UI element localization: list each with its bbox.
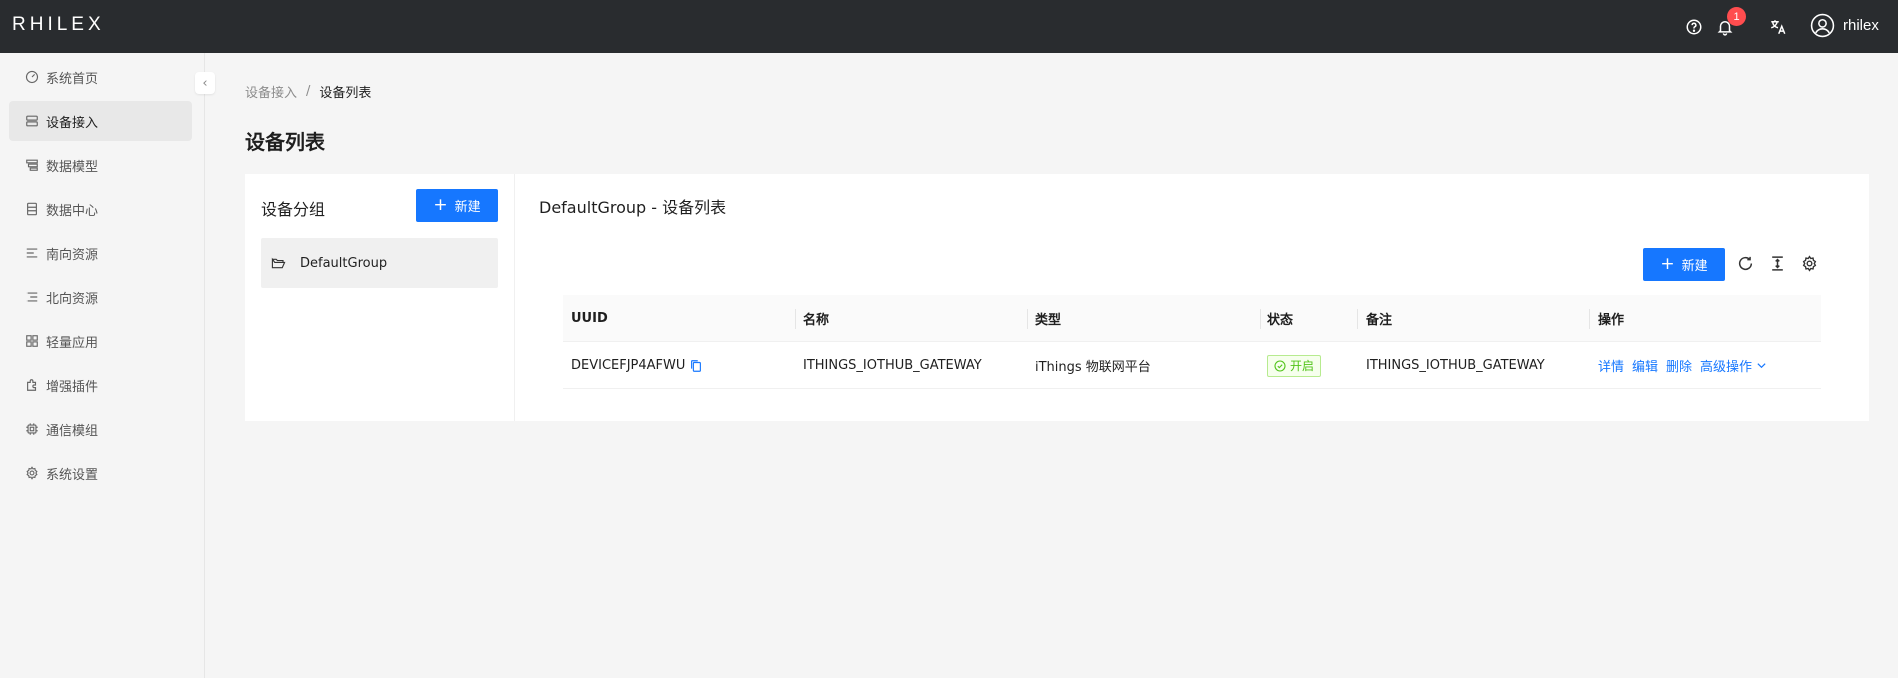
sidebar: 系统首页 设备接入 数据模型 数据中心 南向资源 北向资源 轻量应用 增强插件 …	[0, 53, 205, 678]
sidebar-item-data-model[interactable]: 数据模型	[9, 145, 192, 185]
breadcrumb: 设备接入 / 设备列表	[245, 82, 371, 101]
app-logo[interactable]: RHILEX	[12, 14, 105, 36]
panel-divider	[514, 174, 515, 421]
app-icon	[25, 334, 39, 348]
settings-icon[interactable]	[1799, 253, 1819, 273]
sidebar-item-label: 南向资源	[46, 247, 99, 263]
column-header-status: 状态	[1267, 313, 1294, 328]
chevron-down-icon	[1757, 363, 1766, 369]
cell-uuid: DEVICEFJP4AFWU	[571, 342, 703, 389]
device-uuid: DEVICEFJP4AFWU	[571, 358, 686, 373]
sidebar-item-device-access[interactable]: 设备接入	[9, 101, 192, 141]
breadcrumb-current: 设备列表	[319, 86, 372, 101]
top-header: RHILEX 1 rhilex	[0, 0, 1898, 53]
username: rhilex	[1843, 17, 1879, 34]
column-header-name: 名称	[803, 313, 830, 328]
cell-remark: ITHINGS_IOTHUB_GATEWAY	[1366, 358, 1545, 373]
sidebar-item-label: 设备接入	[46, 115, 99, 131]
sidebar-item-north-resources[interactable]: 北向资源	[9, 277, 192, 317]
database-icon	[25, 202, 39, 216]
sidebar-item-label: 轻量应用	[46, 335, 99, 351]
column-header-actions: 操作	[1598, 313, 1625, 328]
sidebar-item-label: 数据中心	[46, 203, 99, 219]
copy-icon[interactable]	[689, 359, 703, 373]
sidebar-item-dashboard[interactable]: 系统首页	[9, 57, 192, 97]
chip-icon	[25, 422, 39, 436]
plus-icon: +	[433, 195, 448, 215]
column-header-remark: 备注	[1366, 313, 1393, 328]
south-icon	[25, 246, 39, 260]
sidebar-item-label: 数据模型	[46, 159, 99, 175]
group-panel-title: 设备分组	[261, 200, 326, 219]
new-device-button[interactable]: + 新建	[1643, 248, 1725, 281]
status-badge: 开启	[1267, 354, 1322, 377]
breadcrumb-separator: /	[306, 84, 311, 99]
column-separator	[795, 309, 796, 329]
help-icon[interactable]	[1683, 16, 1705, 38]
sidebar-item-settings[interactable]: 系统设置	[9, 453, 192, 493]
breadcrumb-parent[interactable]: 设备接入	[245, 82, 297, 101]
folder-open-icon	[271, 256, 286, 271]
column-height-icon[interactable]	[1767, 253, 1787, 273]
sidebar-item-south-resources[interactable]: 南向资源	[9, 233, 192, 273]
column-separator	[1027, 309, 1028, 329]
sidebar-item-plugins[interactable]: 增强插件	[9, 365, 192, 405]
column-header-type: 类型	[1035, 313, 1062, 328]
column-header-uuid: UUID	[571, 311, 608, 326]
sidebar-item-label: 系统设置	[46, 467, 99, 483]
check-circle-icon	[1274, 359, 1286, 372]
group-item-label: DefaultGroup	[300, 255, 388, 271]
new-device-label: 新建	[1681, 259, 1708, 274]
column-separator	[1589, 309, 1590, 329]
group-item-default[interactable]: DefaultGroup	[261, 238, 498, 288]
device-list-title: DefaultGroup - 设备列表	[539, 198, 727, 217]
gear-icon	[25, 466, 39, 480]
advanced-actions-dropdown[interactable]: 高级操作	[1700, 356, 1767, 375]
delete-link[interactable]: 删除	[1666, 356, 1692, 375]
status-label: 开启	[1290, 359, 1315, 373]
cell-type: iThings 物联网平台	[1035, 360, 1151, 375]
table-header: UUID 名称 类型 状态 备注 操作	[563, 295, 1821, 342]
sidebar-item-label: 增强插件	[46, 379, 99, 395]
sidebar-collapse-button[interactable]: ‹	[195, 72, 215, 94]
sidebar-item-light-apps[interactable]: 轻量应用	[9, 321, 192, 361]
page-title: 设备列表	[245, 130, 325, 154]
advanced-actions-label: 高级操作	[1700, 360, 1753, 375]
user-menu[interactable]: rhilex	[1810, 13, 1879, 38]
sidebar-item-comm-modules[interactable]: 通信模组	[9, 409, 192, 449]
plugin-icon	[25, 378, 39, 392]
dashboard-icon	[25, 70, 39, 84]
sidebar-item-label: 通信模组	[46, 423, 99, 439]
column-separator	[1260, 309, 1261, 329]
translate-icon[interactable]	[1767, 16, 1789, 38]
new-group-button[interactable]: + 新建	[416, 189, 498, 222]
sidebar-item-data-center[interactable]: 数据中心	[9, 189, 192, 229]
column-separator	[1357, 309, 1358, 329]
cell-actions: 详情 编辑 删除 高级操作	[1598, 342, 1767, 389]
new-group-label: 新建	[454, 200, 481, 215]
notification-badge: 1	[1727, 7, 1746, 26]
sidebar-item-label: 系统首页	[46, 71, 99, 87]
detail-link[interactable]: 详情	[1598, 356, 1624, 375]
north-icon	[25, 290, 39, 304]
edit-link[interactable]: 编辑	[1632, 356, 1658, 375]
plus-icon: +	[1660, 254, 1675, 274]
refresh-icon[interactable]	[1735, 253, 1755, 273]
cell-name: ITHINGS_IOTHUB_GATEWAY	[803, 358, 982, 373]
device-icon	[25, 114, 39, 128]
table-row: DEVICEFJP4AFWU ITHINGS_IOTHUB_GATEWAY iT…	[563, 342, 1821, 389]
cell-status: 开启	[1267, 342, 1322, 389]
model-icon	[25, 158, 39, 172]
user-avatar-icon	[1810, 13, 1835, 38]
sidebar-item-label: 北向资源	[46, 291, 99, 307]
